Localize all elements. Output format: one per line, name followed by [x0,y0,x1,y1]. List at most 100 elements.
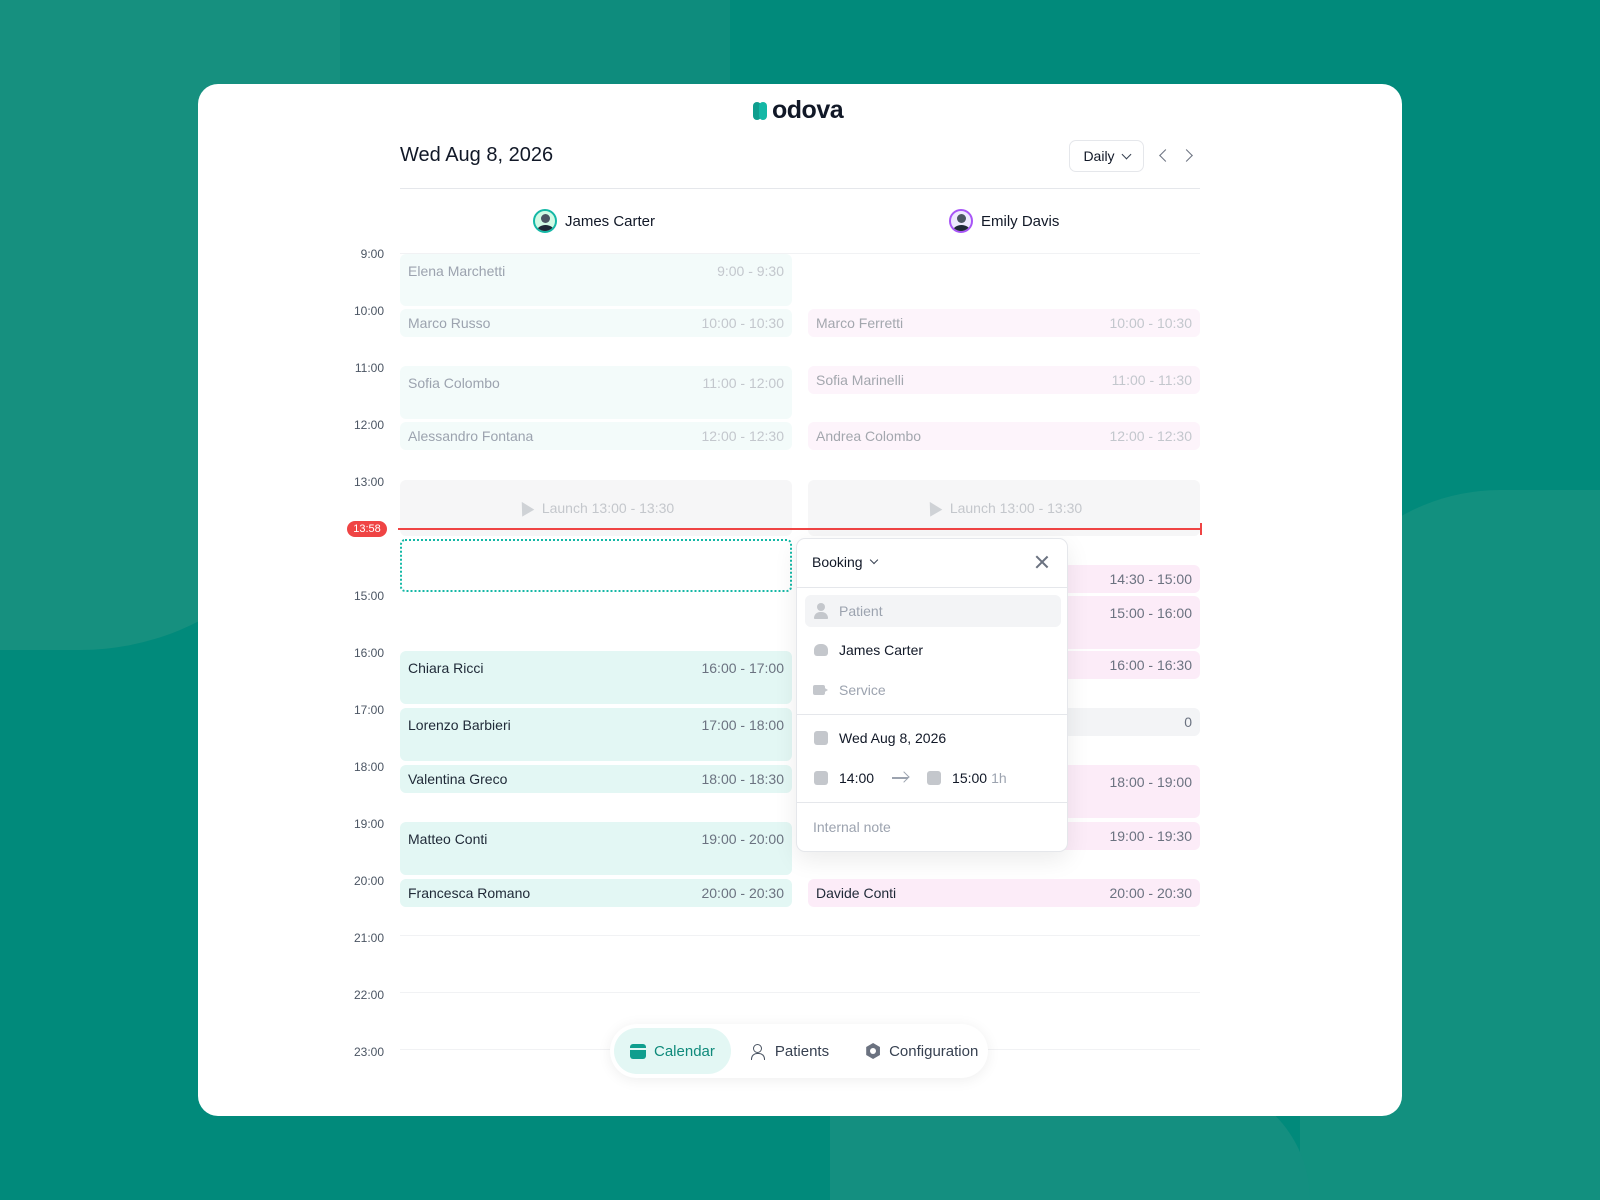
note-placeholder: Internal note [813,819,891,835]
lunch-label: Launch 13:00 - 13:30 [541,500,675,516]
nav-configuration[interactable]: Configuration [849,1028,994,1074]
appointment[interactable]: Marco Ferretti 10:00 - 10:30 [808,309,1200,337]
patient-name: Chiara Ricci [408,660,484,676]
appointment[interactable]: Davide Conti 20:00 - 20:30 [808,879,1200,907]
patient-name: Matteo Conti [408,831,488,847]
logo-icon [753,101,768,120]
appointment-time: 20:00 - 20:30 [701,885,784,901]
nav-configuration-label: Configuration [889,1042,979,1060]
service-field[interactable]: Service [813,682,886,698]
view-select[interactable]: Daily [1069,140,1144,172]
page-title: Wed Aug 8, 2026 [400,144,554,166]
appointment-time: 20:00 - 20:30 [1109,885,1192,901]
pizza-icon [926,501,942,515]
appointment[interactable]: Matteo Conti 19:00 - 20:00 [400,822,792,875]
appointment[interactable]: Lorenzo Barbieri 17:00 - 18:00 [400,708,792,761]
time-range: 14:00 15:00 1h [813,770,1007,786]
appointment[interactable]: Sofia Marinelli 11:00 - 11:30 [808,366,1200,394]
appointment-time: 18:00 - 19:00 [1109,774,1192,790]
doctor-header-james: James Carter [533,209,655,233]
doctor-value: James Carter [839,642,924,658]
appointment-time: 19:00 - 20:00 [701,831,784,847]
close-icon[interactable] [1035,555,1049,569]
booking-type-select[interactable]: Booking [812,554,878,570]
appointment-time: 9:00 - 9:30 [717,263,784,279]
hour-label: 12:00 [353,418,384,432]
appointment[interactable]: Alessandro Fontana 12:00 - 12:30 [400,422,792,450]
view-select-label: Daily [1083,148,1115,164]
appointment-time: 10:00 - 10:30 [1109,315,1192,331]
hour-line [400,992,1200,993]
doctor-field[interactable]: James Carter [813,642,923,658]
booking-popover: Booking Patient James Carter Service Wed… [796,538,1068,852]
current-time-line [398,523,1202,535]
hour-label: 10:00 [353,304,384,318]
appointment-time: 15:00 - 16:00 [1109,605,1192,621]
pizza-icon [518,501,534,515]
appointment-time: 16:00 - 17:00 [701,660,784,676]
nav-calendar[interactable]: Calendar [614,1028,731,1074]
patient-name: Alessandro Fontana [408,428,534,444]
logo: odova [753,96,844,125]
end-time[interactable]: 15:00 [952,770,987,786]
hour-line [400,935,1200,936]
tooth-icon [813,642,829,658]
current-time-badge: 13:58 [347,521,387,537]
hour-label: 16:00 [353,646,384,660]
hour-label: 22:00 [353,988,384,1002]
hour-label: 15:00 [353,589,384,603]
hour-label: 21:00 [353,931,384,945]
appointment-time: 16:00 - 16:30 [1109,657,1192,673]
start-time[interactable]: 14:00 [839,770,874,786]
date-value: Wed Aug 8, 2026 [839,730,947,746]
patient-name: Sofia Marinelli [816,372,904,388]
new-booking-slot[interactable] [400,539,792,592]
chevron-left-icon[interactable] [1159,149,1172,162]
person-icon [813,603,829,619]
nav-patients-label: Patients [774,1042,830,1060]
logo-text: odova [772,96,844,124]
calendar-icon [813,730,829,746]
patient-field[interactable]: Patient [805,595,1061,627]
hour-label: 23:00 [353,1045,384,1059]
nav-patients[interactable]: Patients [735,1028,845,1074]
appointment[interactable]: Marco Russo 10:00 - 10:30 [400,309,792,337]
appointment[interactable]: Chiara Ricci 16:00 - 17:00 [400,651,792,704]
avatar [533,209,557,233]
date-field[interactable]: Wed Aug 8, 2026 [813,730,946,746]
users-icon [750,1043,767,1060]
appointment-time: 19:00 - 19:30 [1109,828,1192,844]
lunch-label: Launch 13:00 - 13:30 [949,500,1083,516]
patient-name: Marco Ferretti [816,315,904,331]
patient-name: Elena Marchetti [408,263,506,279]
patient-name: Lorenzo Barbieri [408,717,511,733]
patient-placeholder: Patient [839,603,883,619]
divider [400,188,1200,189]
chevron-down-icon [869,555,878,565]
duration: 1h [991,770,1007,786]
appointment[interactable]: Sofia Colombo 11:00 - 12:00 [400,366,792,419]
chevron-right-icon[interactable] [1180,149,1193,162]
nav-calendar-label: Calendar [654,1042,715,1060]
appointment-time: 11:00 - 11:30 [1111,372,1192,388]
hour-label: 20:00 [353,874,384,888]
doctor-name: Emily Davis [981,212,1060,230]
appointment[interactable]: Andrea Colombo 12:00 - 12:30 [808,422,1200,450]
divider [797,802,1067,803]
hour-label: 18:00 [353,760,384,774]
divider [797,587,1067,588]
patient-name: Francesca Romano [408,885,531,901]
appointment-time: 17:00 - 18:00 [701,717,784,733]
appointment[interactable]: Elena Marchetti 9:00 - 9:30 [400,254,792,306]
tag-icon [813,682,829,698]
appointment[interactable]: Francesca Romano 20:00 - 20:30 [400,879,792,907]
appointment[interactable]: Valentina Greco 18:00 - 18:30 [400,765,792,793]
hour-label: 19:00 [353,817,384,831]
hour-label: 13:00 [353,475,384,489]
hour-label: 17:00 [353,703,384,717]
patient-name: Davide Conti [816,885,897,901]
appointment-time: 12:00 - 12:30 [1109,428,1192,444]
divider [797,714,1067,715]
clock-icon [926,770,942,786]
internal-note-field[interactable]: Internal note [813,819,891,835]
